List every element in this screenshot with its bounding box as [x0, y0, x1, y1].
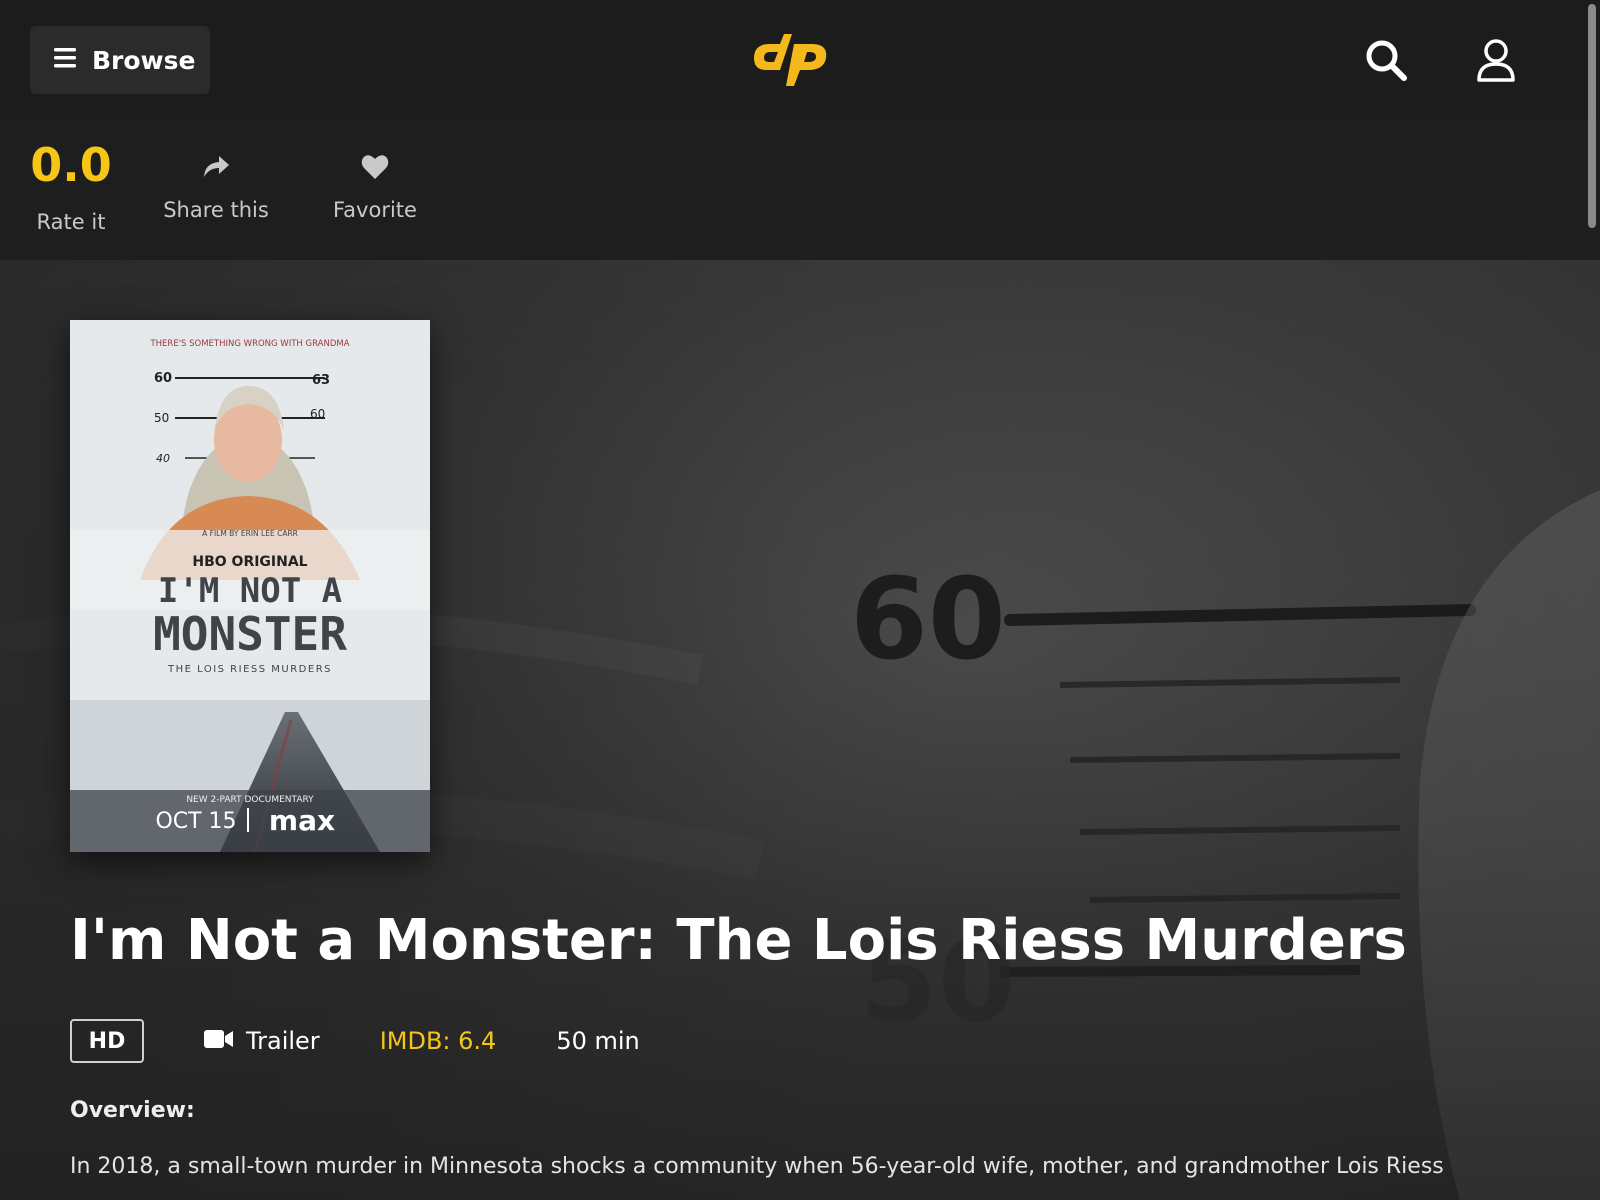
- overview-text: In 2018, a small-town murder in Minnesot…: [70, 1154, 1444, 1179]
- poster-scale-40: 40: [156, 452, 170, 465]
- action-bar: 0.0 Rate it Share this Favorite: [0, 120, 1600, 260]
- browse-button[interactable]: Browse: [30, 26, 210, 94]
- share-label: Share this: [163, 198, 269, 222]
- trailer-label: Trailer: [246, 1027, 320, 1055]
- poster-credit: A FILM BY ERIN LEE CARR: [202, 529, 298, 538]
- scrollbar-thumb[interactable]: [1588, 4, 1596, 228]
- heart-icon: [360, 152, 390, 182]
- poster-scale-50: 50: [154, 411, 169, 425]
- poster-scale-60: 60: [154, 371, 172, 386]
- rate-label: Rate it: [36, 210, 106, 234]
- movie-title: I'm Not a Monster: The Lois Riess Murder…: [70, 908, 1407, 973]
- imdb-rating: IMDB: 6.4: [379, 1027, 497, 1055]
- movie-poster[interactable]: THERE'S SOMETHING WRONG WITH GRANDMA 60 …: [70, 320, 430, 852]
- movie-hero: 60 50: [0, 260, 1600, 1200]
- share-button[interactable]: Share this: [160, 120, 272, 260]
- poster-subtitle: THE LOIS RIESS MURDERS: [167, 664, 332, 675]
- hamburger-menu-icon: [54, 48, 78, 72]
- share-icon: [201, 152, 231, 182]
- site-logo[interactable]: [746, 28, 834, 92]
- poster-network: HBO ORIGINAL: [192, 554, 307, 570]
- movie-meta-row: HD Trailer IMDB: 6.4 50 min: [70, 1018, 640, 1064]
- top-nav-bar: Browse: [0, 0, 1600, 120]
- poster-scale-60-right: 60: [310, 407, 325, 421]
- overview-heading: Overview:: [70, 1098, 195, 1123]
- search-icon: [1364, 40, 1408, 86]
- trailer-button[interactable]: Trailer: [204, 1027, 320, 1055]
- runtime: 50 min: [556, 1027, 640, 1055]
- poster-title-line2: MONSTER: [153, 607, 347, 661]
- quality-badge: HD: [70, 1019, 144, 1063]
- poster-title-line1: I'M NOT A: [158, 571, 342, 611]
- search-button[interactable]: [1364, 38, 1412, 86]
- rate-button[interactable]: 0.0 Rate it: [30, 120, 112, 260]
- poster-platform: max: [269, 804, 335, 837]
- poster-date: OCT 15: [155, 809, 236, 834]
- rating-value: 0.0: [30, 138, 112, 192]
- favorite-button[interactable]: Favorite: [318, 120, 432, 260]
- poster-scale-63: 63: [312, 373, 330, 388]
- user-icon: [1476, 39, 1516, 86]
- browse-label: Browse: [92, 45, 196, 75]
- account-button[interactable]: [1476, 38, 1524, 88]
- video-camera-icon: [204, 1028, 234, 1054]
- favorite-label: Favorite: [333, 198, 417, 222]
- page-scrollbar[interactable]: [1584, 0, 1600, 1200]
- poster-tagline: THERE'S SOMETHING WRONG WITH GRANDMA: [149, 339, 349, 349]
